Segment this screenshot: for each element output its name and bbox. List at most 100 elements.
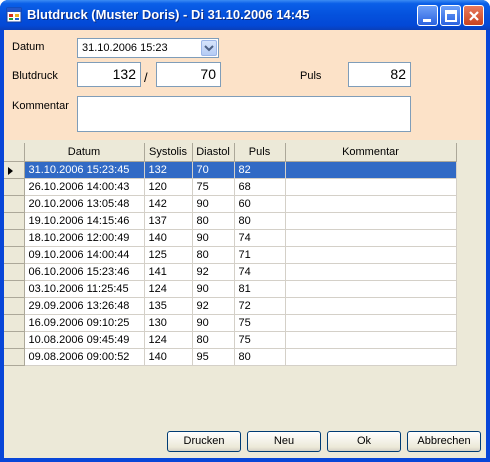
row-header[interactable] [4,212,25,230]
cell-puls[interactable]: 80 [234,348,286,366]
diastolic-input[interactable]: 70 [156,62,221,87]
cell-diastolic[interactable]: 92 [192,263,235,281]
table-row[interactable]: 20.10.2006 13:05:48 142 90 60 [4,195,457,213]
cell-kommentar[interactable] [285,161,457,179]
puls-input[interactable]: 82 [348,62,411,87]
cell-puls[interactable]: 82 [234,161,286,179]
cell-systolic[interactable]: 124 [144,280,193,298]
row-header[interactable] [4,246,25,264]
cell-puls[interactable]: 81 [234,280,286,298]
cell-kommentar[interactable] [285,195,457,213]
cell-diastolic[interactable]: 95 [192,348,235,366]
row-header[interactable] [4,178,25,196]
measurement-grid[interactable]: Datum Systolis Diastol Puls Kommentar 31… [4,143,486,423]
cell-datum[interactable]: 19.10.2006 14:15:46 [24,212,145,230]
table-row[interactable]: 18.10.2006 12:00:49 140 90 74 [4,229,457,247]
table-row[interactable]: 09.10.2006 14:00:44 125 80 71 [4,246,457,264]
cell-diastolic[interactable]: 92 [192,297,235,315]
cell-kommentar[interactable] [285,246,457,264]
print-button[interactable]: Drucken [167,431,241,452]
cell-datum[interactable]: 10.08.2006 09:45:49 [24,331,145,349]
cell-kommentar[interactable] [285,297,457,315]
kommentar-input[interactable] [77,96,411,132]
table-row[interactable]: 31.10.2006 15:23:45 132 70 82 [4,161,457,179]
cell-kommentar[interactable] [285,348,457,366]
cell-systolic[interactable]: 124 [144,331,193,349]
cell-kommentar[interactable] [285,263,457,281]
cell-diastolic[interactable]: 90 [192,280,235,298]
cell-datum[interactable]: 06.10.2006 15:23:46 [24,263,145,281]
cell-diastolic[interactable]: 90 [192,195,235,213]
cell-puls[interactable]: 68 [234,178,286,196]
cell-systolic[interactable]: 137 [144,212,193,230]
datum-dropdown-button[interactable] [201,40,217,56]
row-header[interactable] [4,348,25,366]
row-header[interactable] [4,280,25,298]
cell-diastolic[interactable]: 80 [192,331,235,349]
column-header-systolic[interactable]: Systolis [144,143,193,162]
cell-datum[interactable]: 31.10.2006 15:23:45 [24,161,145,179]
row-header[interactable] [4,161,25,179]
row-header[interactable] [4,331,25,349]
cell-systolic[interactable]: 125 [144,246,193,264]
cell-datum[interactable]: 20.10.2006 13:05:48 [24,195,145,213]
cell-diastolic[interactable]: 75 [192,178,235,196]
table-row[interactable]: 19.10.2006 14:15:46 137 80 80 [4,212,457,230]
table-row[interactable]: 03.10.2006 11:25:45 124 90 81 [4,280,457,298]
cell-datum[interactable]: 16.09.2006 09:10:25 [24,314,145,332]
cell-kommentar[interactable] [285,212,457,230]
cell-puls[interactable]: 74 [234,263,286,281]
cell-puls[interactable]: 71 [234,246,286,264]
column-header-puls[interactable]: Puls [234,143,286,162]
cell-systolic[interactable]: 120 [144,178,193,196]
table-row[interactable]: 29.09.2006 13:26:48 135 92 72 [4,297,457,315]
cell-systolic[interactable]: 140 [144,229,193,247]
cell-diastolic[interactable]: 80 [192,246,235,264]
cell-diastolic[interactable]: 90 [192,229,235,247]
cell-kommentar[interactable] [285,314,457,332]
title-bar[interactable]: Blutdruck (Muster Doris) - Di 31.10.2006… [0,0,490,30]
table-row[interactable]: 26.10.2006 14:00:43 120 75 68 [4,178,457,196]
table-row[interactable]: 10.08.2006 09:45:49 124 80 75 [4,331,457,349]
column-header-kommentar[interactable]: Kommentar [285,143,457,162]
table-row[interactable]: 09.08.2006 09:00:52 140 95 80 [4,348,457,366]
close-button[interactable] [463,5,484,26]
cell-datum[interactable]: 26.10.2006 14:00:43 [24,178,145,196]
row-header[interactable] [4,297,25,315]
table-row[interactable]: 16.09.2006 09:10:25 130 90 75 [4,314,457,332]
cell-datum[interactable]: 03.10.2006 11:25:45 [24,280,145,298]
row-header[interactable] [4,229,25,247]
cell-systolic[interactable]: 132 [144,161,193,179]
cell-kommentar[interactable] [285,280,457,298]
cell-systolic[interactable]: 135 [144,297,193,315]
cell-kommentar[interactable] [285,331,457,349]
cell-puls[interactable]: 75 [234,314,286,332]
cell-systolic[interactable]: 130 [144,314,193,332]
cell-puls[interactable]: 75 [234,331,286,349]
cell-systolic[interactable]: 142 [144,195,193,213]
cell-kommentar[interactable] [285,229,457,247]
cell-puls[interactable]: 60 [234,195,286,213]
cell-systolic[interactable]: 141 [144,263,193,281]
cell-systolic[interactable]: 140 [144,348,193,366]
cell-puls[interactable]: 80 [234,212,286,230]
minimize-button[interactable] [417,5,438,26]
column-header-datum[interactable]: Datum [24,143,145,162]
maximize-button[interactable] [440,5,461,26]
cell-diastolic[interactable]: 80 [192,212,235,230]
cell-diastolic[interactable]: 70 [192,161,235,179]
cell-diastolic[interactable]: 90 [192,314,235,332]
cell-datum[interactable]: 18.10.2006 12:00:49 [24,229,145,247]
cancel-button[interactable]: Abbrechen [407,431,481,452]
systolic-input[interactable]: 132 [77,62,141,87]
table-row[interactable]: 06.10.2006 15:23:46 141 92 74 [4,263,457,281]
row-header[interactable] [4,195,25,213]
row-header[interactable] [4,263,25,281]
row-header[interactable] [4,314,25,332]
column-header-diastolic[interactable]: Diastol [192,143,235,162]
cell-puls[interactable]: 72 [234,297,286,315]
cell-datum[interactable]: 29.09.2006 13:26:48 [24,297,145,315]
cell-datum[interactable]: 09.10.2006 14:00:44 [24,246,145,264]
cell-puls[interactable]: 74 [234,229,286,247]
cell-kommentar[interactable] [285,178,457,196]
